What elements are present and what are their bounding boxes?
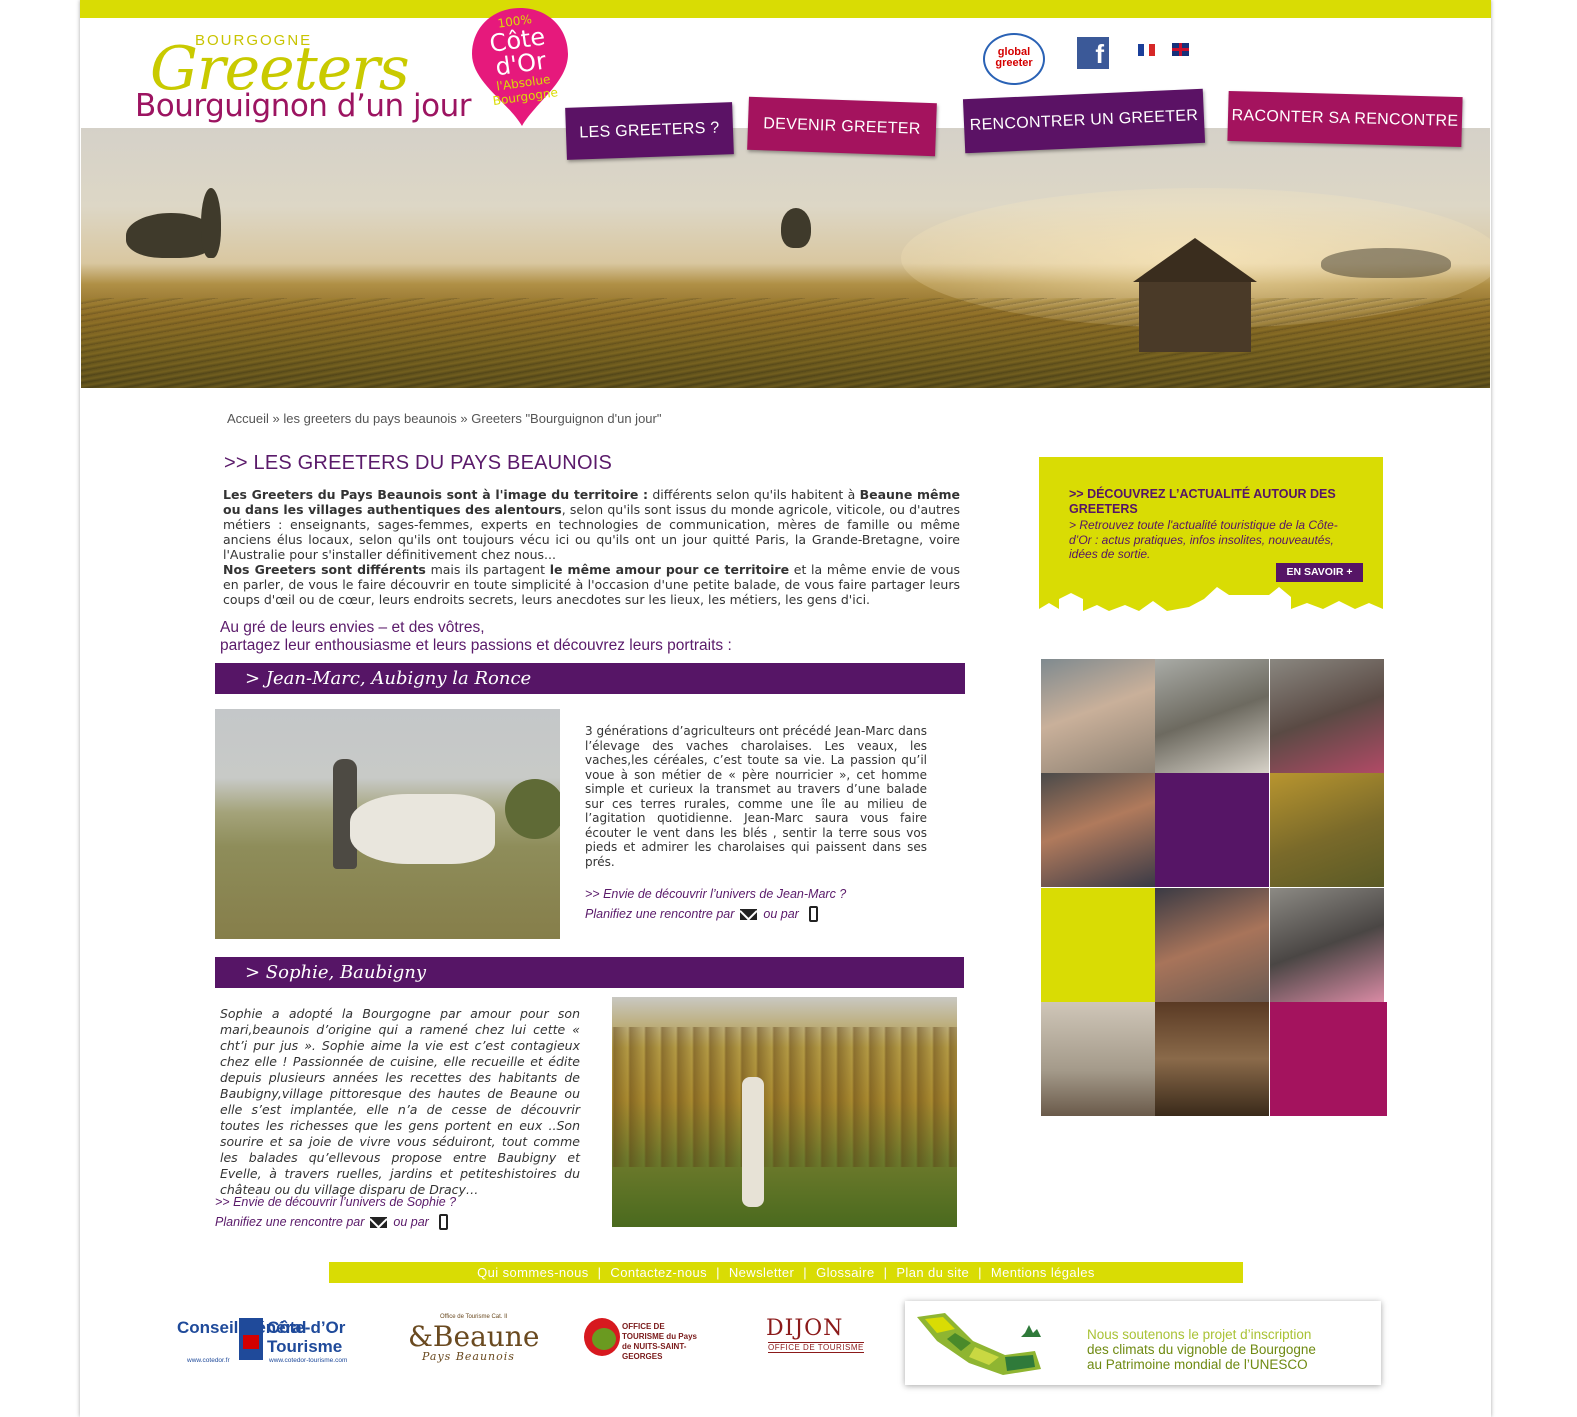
footer-link-contact[interactable]: Contactez-nous bbox=[610, 1265, 707, 1280]
greeter-title-sophie[interactable]: > Sophie, Baubigny bbox=[215, 957, 964, 988]
page: BOURGOGNE Greeters Bourguignon d’un jour… bbox=[80, 0, 1491, 1417]
french-flag-icon[interactable] bbox=[1138, 44, 1156, 56]
news-text: > Retrouvez toute l'actualité touristiqu… bbox=[1069, 518, 1338, 561]
nav-rencontrer-greeter[interactable]: RENCONTRER UN GREETER bbox=[962, 88, 1206, 154]
jean-marc-discover-link[interactable]: >> Envie de découvrir l’univers de Jean-… bbox=[585, 884, 846, 904]
nuits-saint-georges-logo[interactable]: OFFICE DE TOURISME du Pays de NUITS-SAIN… bbox=[584, 1316, 699, 1361]
village-skyline-icon bbox=[1039, 587, 1383, 635]
footer-link-qui-sommes-nous[interactable]: Qui sommes-nous bbox=[477, 1265, 588, 1280]
footer-link-glossaire[interactable]: Glossaire bbox=[816, 1265, 875, 1280]
portrait-tile[interactable] bbox=[1270, 659, 1384, 773]
magenta-tile bbox=[1270, 1002, 1387, 1116]
footer-links: Qui sommes-nous | Contactez-nous | Newsl… bbox=[329, 1262, 1243, 1283]
phone-icon[interactable] bbox=[438, 1214, 448, 1230]
unesco-climats-banner[interactable]: Nous soutenons le projet d’inscription d… bbox=[905, 1301, 1381, 1385]
phone-icon[interactable] bbox=[808, 906, 818, 922]
conseil-general-logo[interactable]: Conseil Général Côte-d’Or Tourisme www.c… bbox=[177, 1316, 347, 1364]
english-flag-icon[interactable] bbox=[1172, 43, 1189, 56]
vineyard-map-icon bbox=[917, 1313, 1041, 1375]
sophie-discover-link[interactable]: >> Envie de découvrir l’univers de Sophi… bbox=[215, 1192, 456, 1212]
facebook-icon[interactable]: f bbox=[1077, 37, 1109, 69]
intro-text: Les Greeters du Pays Beaunois sont à l'i… bbox=[223, 487, 960, 607]
global-greeter-label: global greeter bbox=[995, 46, 1033, 69]
sophie-photo bbox=[612, 997, 957, 1227]
portraits-invitation: Au gré de leurs envies – et des vôtres, … bbox=[220, 619, 732, 654]
jean-marc-cta: >> Envie de découvrir l’univers de Jean-… bbox=[585, 884, 846, 924]
jean-marc-photo bbox=[215, 709, 560, 939]
portrait-tile[interactable] bbox=[1041, 659, 1155, 773]
portrait-tile[interactable] bbox=[1041, 1002, 1155, 1116]
top-accent-bar bbox=[80, 0, 1491, 18]
unesco-line-2: des climats du vignoble de Bourgogne bbox=[1087, 1342, 1316, 1357]
hero-banner-image bbox=[81, 128, 1490, 388]
nav-les-greeters[interactable]: LES GREETERS ? bbox=[565, 102, 734, 160]
jean-marc-description: 3 générations d’agriculteurs ont précédé… bbox=[585, 724, 927, 869]
vineyard-hut bbox=[1133, 238, 1257, 358]
greeters-portrait-grid bbox=[1041, 659, 1387, 1116]
unesco-line-1: Nous soutenons le projet d’inscription bbox=[1087, 1327, 1312, 1342]
portrait-tile[interactable] bbox=[1155, 888, 1269, 1002]
en-savoir-plus-button[interactable]: EN SAVOIR + bbox=[1276, 563, 1363, 582]
mail-icon[interactable] bbox=[740, 908, 758, 920]
page-title: >> LES GREETERS DU PAYS BEAUNOIS bbox=[224, 452, 613, 474]
footer-link-plan-du-site[interactable]: Plan du site bbox=[896, 1265, 969, 1280]
portrait-tile[interactable] bbox=[1041, 773, 1155, 887]
nav-raconter-rencontre[interactable]: RACONTER SA RENCONTRE bbox=[1227, 90, 1463, 148]
news-box: >> DÉCOUVREZ L’ACTUALITÉ AUTOUR DES GREE… bbox=[1039, 457, 1383, 635]
dijon-tourisme-logo[interactable]: DIJON OFFICE DE TOURISME bbox=[766, 1316, 864, 1360]
sophie-description: Sophie a adopté la Bourgogne par amour p… bbox=[220, 1006, 580, 1197]
lime-tile bbox=[1041, 888, 1155, 1002]
footer-link-mentions-legales[interactable]: Mentions légales bbox=[991, 1265, 1095, 1280]
sophie-cta: >> Envie de découvrir l’univers de Sophi… bbox=[215, 1192, 456, 1232]
cote-dor-badge: 100% Côte d'Or l'Absolue Bourgogne bbox=[470, 6, 570, 128]
beaune-tourisme-logo[interactable]: Office de Tourisme Cat. II &Beaune Pays … bbox=[400, 1314, 539, 1364]
portrait-tile[interactable] bbox=[1270, 888, 1384, 1002]
greeter-title-jean-marc[interactable]: > Jean-Marc, Aubigny la Ronce bbox=[215, 663, 965, 694]
mail-icon[interactable] bbox=[370, 1216, 388, 1228]
unesco-line-3: au Patrimoine mondial de l’UNESCO bbox=[1087, 1357, 1308, 1372]
footer-link-newsletter[interactable]: Newsletter bbox=[729, 1265, 794, 1280]
portrait-tile[interactable] bbox=[1155, 659, 1269, 773]
purple-tile bbox=[1155, 773, 1269, 887]
logo-subtitle: Bourguignon d’un jour bbox=[135, 88, 471, 124]
nav-devenir-greeter[interactable]: DEVENIR GREETER bbox=[747, 96, 937, 157]
portrait-tile[interactable] bbox=[1155, 1002, 1269, 1116]
breadcrumb[interactable]: Accueil » les greeters du pays beaunois … bbox=[227, 411, 661, 426]
global-greeter-logo[interactable]: global greeter bbox=[983, 33, 1045, 85]
portrait-tile[interactable] bbox=[1270, 773, 1384, 887]
news-title: >> DÉCOUVREZ L’ACTUALITÉ AUTOUR DES GREE… bbox=[1069, 487, 1336, 516]
